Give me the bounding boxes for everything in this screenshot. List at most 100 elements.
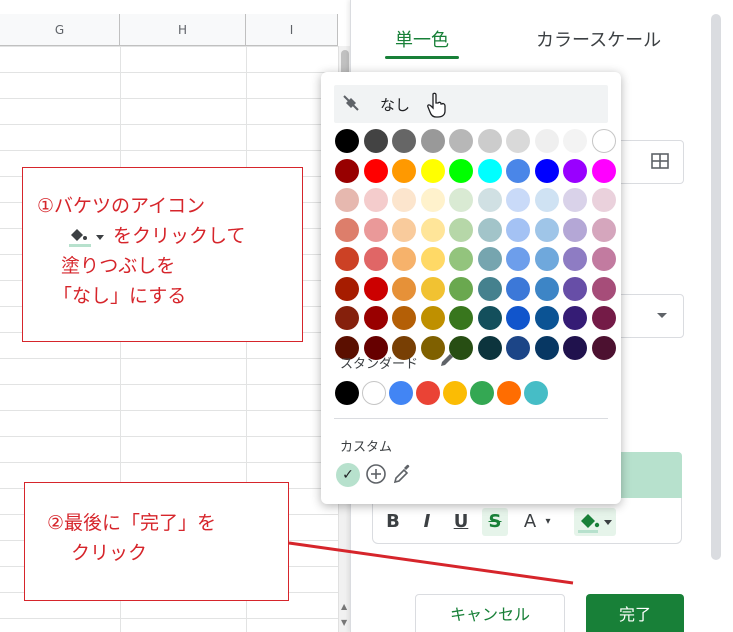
color-swatch[interactable] [534,158,559,183]
eyedropper-icon[interactable] [392,463,412,485]
color-swatch[interactable] [534,306,559,330]
text-color-dropdown-icon[interactable]: ▾ [541,508,555,536]
color-swatch[interactable] [591,158,616,183]
color-swatch[interactable] [591,335,616,360]
color-swatch[interactable] [449,217,473,242]
tab-single-color[interactable]: 単一色 [395,26,449,52]
strikethrough-button[interactable]: S [482,508,508,536]
color-swatch[interactable] [477,276,502,301]
color-swatch[interactable] [392,158,416,183]
standard-color-swatch[interactable] [335,381,359,405]
column-header-g[interactable]: G [0,14,120,46]
text-color-button[interactable]: A [520,508,540,536]
select-range-icon[interactable] [651,153,669,169]
tab-color-scale[interactable]: カラースケール [536,26,661,52]
color-swatch[interactable] [335,129,359,153]
done-button[interactable]: 完了 [586,594,684,632]
color-swatch[interactable] [477,158,502,183]
color-swatch[interactable] [335,158,359,183]
add-custom-color-icon[interactable] [365,463,387,485]
color-swatch[interactable] [534,276,559,301]
color-swatch[interactable] [449,188,473,212]
color-swatch[interactable] [506,217,530,242]
color-swatch[interactable] [591,276,616,301]
color-swatch[interactable] [420,247,445,271]
color-swatch[interactable] [420,188,445,212]
color-swatch[interactable] [563,158,587,183]
color-swatch[interactable] [392,129,416,153]
fill-color-button[interactable] [574,508,616,536]
color-swatch[interactable] [363,247,388,271]
color-swatch[interactable] [363,217,388,242]
color-swatch[interactable] [506,335,530,360]
color-swatch[interactable] [449,276,473,301]
color-swatch[interactable] [392,217,416,242]
color-swatch[interactable] [506,158,530,183]
standard-color-swatch[interactable] [362,381,386,405]
panel-scrollbar[interactable] [711,14,721,560]
color-swatch[interactable] [477,247,502,271]
color-swatch[interactable] [591,129,616,153]
color-swatch[interactable] [477,129,502,153]
color-swatch[interactable] [392,188,416,212]
custom-color-selected[interactable]: ✓ [336,463,360,487]
standard-color-swatch[interactable] [497,381,521,405]
color-swatch[interactable] [506,188,530,212]
color-swatch[interactable] [506,276,530,301]
color-swatch[interactable] [449,158,473,183]
italic-button[interactable]: I [416,508,438,536]
color-swatch[interactable] [335,276,359,301]
color-swatch[interactable] [420,129,445,153]
color-swatch[interactable] [335,306,359,330]
bold-button[interactable]: B [382,508,404,536]
color-swatch[interactable] [534,247,559,271]
color-swatch[interactable] [563,335,587,360]
color-swatch[interactable] [392,247,416,271]
color-swatch[interactable] [420,217,445,242]
color-swatch[interactable] [477,335,502,360]
color-swatch[interactable] [477,306,502,330]
color-swatch[interactable] [534,217,559,242]
standard-color-swatch[interactable] [443,381,467,405]
color-swatch[interactable] [591,217,616,242]
no-fill-option[interactable]: なし [334,85,608,123]
color-swatch[interactable] [392,276,416,301]
color-swatch[interactable] [506,247,530,271]
color-swatch[interactable] [534,188,559,212]
standard-color-swatch[interactable] [389,381,413,405]
color-swatch[interactable] [563,217,587,242]
scroll-down-arrow-icon[interactable]: ▼ [341,618,347,627]
color-swatch[interactable] [335,217,359,242]
standard-color-swatch[interactable] [524,381,548,405]
color-swatch[interactable] [363,129,388,153]
column-header-h[interactable]: H [120,14,246,46]
standard-color-swatch[interactable] [416,381,440,405]
color-swatch[interactable] [506,306,530,330]
color-swatch[interactable] [534,335,559,360]
color-swatch[interactable] [363,188,388,212]
color-swatch[interactable] [591,247,616,271]
color-swatch[interactable] [563,306,587,330]
color-swatch[interactable] [477,217,502,242]
color-swatch[interactable] [420,276,445,301]
cancel-button[interactable]: キャンセル [415,594,565,632]
color-swatch[interactable] [363,306,388,330]
scroll-up-arrow-icon[interactable]: ▲ [341,602,347,611]
color-swatch[interactable] [591,188,616,212]
color-swatch[interactable] [420,158,445,183]
color-swatch[interactable] [563,276,587,301]
color-swatch[interactable] [449,306,473,330]
color-swatch[interactable] [392,306,416,330]
color-swatch[interactable] [477,188,502,212]
color-swatch[interactable] [363,276,388,301]
color-swatch[interactable] [449,129,473,153]
pencil-icon[interactable] [439,352,455,368]
color-swatch[interactable] [335,188,359,212]
color-swatch[interactable] [563,188,587,212]
color-swatch[interactable] [420,306,445,330]
color-swatch[interactable] [563,129,587,153]
color-swatch[interactable] [534,129,559,153]
color-swatch[interactable] [563,247,587,271]
color-swatch[interactable] [591,306,616,330]
color-swatch[interactable] [335,247,359,271]
